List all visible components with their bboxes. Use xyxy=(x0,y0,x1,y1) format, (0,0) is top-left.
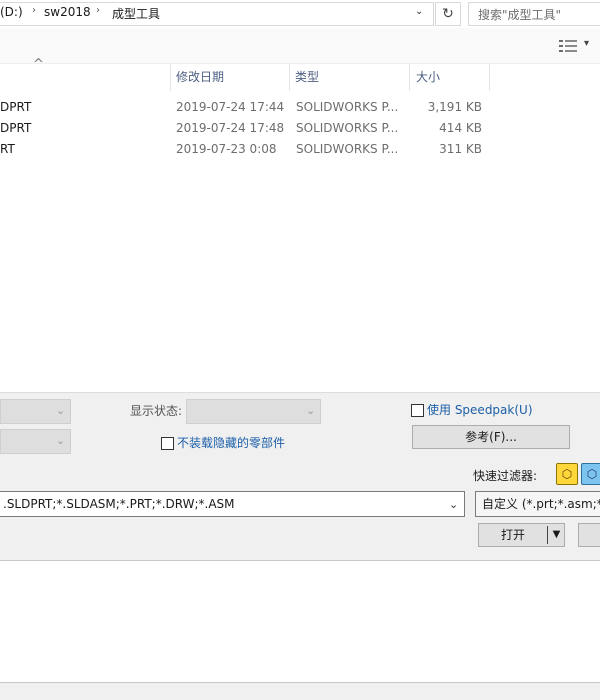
view-details-icon[interactable] xyxy=(559,40,577,52)
address-dropdown-icon[interactable]: ⌄ xyxy=(415,6,423,17)
dialog-footer-area xyxy=(0,560,600,682)
file-row[interactable]: RT 2019-07-23 0:08 SOLIDWORKS P... 311 K… xyxy=(0,139,490,159)
file-type-select[interactable]: .SLDPRT;*.SLDASM;*.PRT;*.DRW;*.ASM xyxy=(0,491,465,517)
reference-button[interactable]: 参考(F)... xyxy=(412,425,570,449)
file-size: 414 KB xyxy=(439,121,482,135)
filter-assemblies-icon[interactable]: ⬡ xyxy=(581,463,600,485)
file-name: DPRT xyxy=(0,121,32,135)
status-bar xyxy=(0,682,600,700)
file-type: SOLIDWORKS P... xyxy=(296,100,399,114)
display-state-select xyxy=(186,399,321,424)
cancel-button[interactable] xyxy=(578,523,600,547)
breadcrumb-separator-icon[interactable]: › xyxy=(96,5,100,16)
file-date: 2019-07-23 0:08 xyxy=(176,142,277,156)
speedpak-label[interactable]: 使用 Speedpak(U) xyxy=(427,401,533,418)
chevron-down-icon: ⌄ xyxy=(306,404,316,417)
column-header-date[interactable]: 修改日期 xyxy=(170,63,290,91)
open-split-button[interactable]: 打开 ▼ xyxy=(478,523,565,547)
display-state-label: 显示状态: xyxy=(130,404,183,418)
breadcrumb-drive[interactable]: (D:) xyxy=(0,5,23,19)
column-divider[interactable] xyxy=(489,63,490,91)
chevron-down-icon[interactable]: ⌄ xyxy=(449,498,458,511)
breadcrumb-sw2018[interactable]: sw2018 xyxy=(44,5,91,19)
sort-ascending-icon: ^ xyxy=(33,57,44,72)
breadcrumb-current-folder[interactable]: 成型工具 xyxy=(112,5,160,22)
file-date: 2019-07-24 17:44 xyxy=(176,100,285,114)
quick-filter-label: 快速过滤器: xyxy=(473,469,538,483)
file-row[interactable]: DPRT 2019-07-24 17:44 SOLIDWORKS P... 3,… xyxy=(0,97,490,117)
file-size: 3,191 KB xyxy=(427,100,482,114)
file-row[interactable]: DPRT 2019-07-24 17:48 SOLIDWORKS P... 41… xyxy=(0,118,490,138)
file-date: 2019-07-24 17:48 xyxy=(176,121,285,135)
split-divider xyxy=(547,526,548,544)
file-size: 311 KB xyxy=(439,142,482,156)
file-name: DPRT xyxy=(0,100,32,114)
refresh-button[interactable]: ↻ xyxy=(435,2,461,26)
view-dropdown-icon[interactable]: ▾ xyxy=(584,38,589,49)
open-dropdown-icon[interactable]: ▼ xyxy=(549,524,564,546)
file-type: SOLIDWORKS P... xyxy=(296,142,399,156)
custom-filter-select[interactable]: 自定义 (*.prt;*.asm;*.d xyxy=(475,491,600,517)
speedpak-checkbox[interactable] xyxy=(411,404,424,417)
search-input[interactable]: 搜索"成型工具" xyxy=(468,2,600,26)
no-hidden-components-label[interactable]: 不装载隐藏的零部件 xyxy=(177,434,285,451)
toolbar xyxy=(0,28,600,64)
column-header-type[interactable]: 类型 xyxy=(289,63,409,91)
filter-parts-icon[interactable]: ⬡ xyxy=(556,463,578,485)
breadcrumb-separator-icon[interactable]: › xyxy=(32,5,36,16)
no-hidden-components-checkbox[interactable] xyxy=(161,437,174,450)
file-type: SOLIDWORKS P... xyxy=(296,121,399,135)
file-name: RT xyxy=(0,142,15,156)
open-button[interactable]: 打开 xyxy=(479,524,547,546)
chevron-down-icon: ⌄ xyxy=(56,404,66,417)
chevron-down-icon: ⌄ xyxy=(56,434,66,447)
column-header-size[interactable]: 大小 xyxy=(410,63,490,91)
